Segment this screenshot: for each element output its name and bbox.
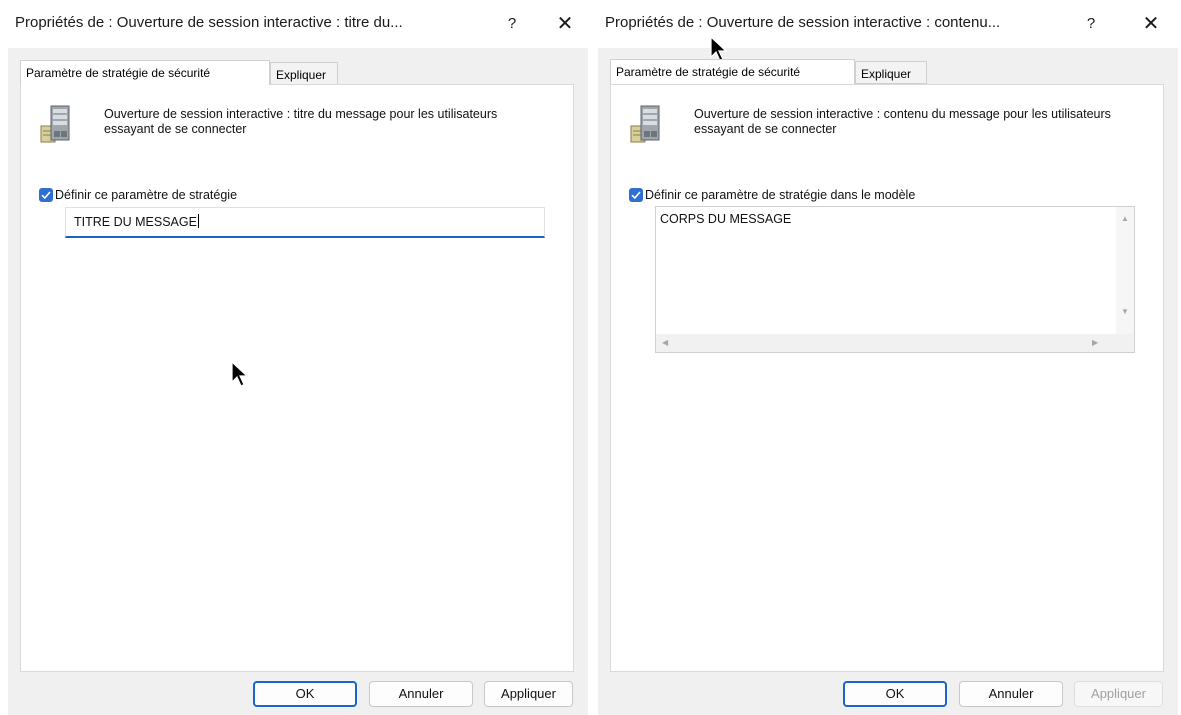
cancel-button[interactable]: Annuler — [369, 681, 473, 707]
vertical-scrollbar[interactable]: ▲ ▼ — [1116, 207, 1134, 334]
help-button[interactable]: ? — [497, 10, 527, 38]
server-icon — [629, 104, 665, 144]
scroll-down-icon[interactable]: ▼ — [1121, 308, 1129, 316]
message-title-input[interactable]: TITRE DU MESSAGE — [65, 207, 545, 238]
define-policy-checkbox[interactable] — [39, 188, 53, 202]
tab-panel: Ouverture de session interactive : conte… — [610, 84, 1164, 672]
horizontal-scrollbar[interactable]: ◀ ▶ — [656, 334, 1134, 352]
policy-description: Ouverture de session interactive : titre… — [104, 107, 498, 136]
ok-button[interactable]: OK — [253, 681, 357, 707]
close-button[interactable]: ✕ — [550, 10, 580, 38]
apply-button: Appliquer — [1074, 681, 1163, 707]
message-body-textarea[interactable]: CORPS DU MESSAGE ▲ ▼ ◀ ▶ — [655, 206, 1135, 353]
define-policy-label[interactable]: Définir ce paramètre de stratégie dans l… — [645, 188, 915, 202]
tab-explain[interactable]: Expliquer — [270, 62, 338, 85]
text-caret — [197, 214, 199, 228]
scroll-up-icon[interactable]: ▲ — [1121, 215, 1129, 223]
dialog-title: Propriétés de : Ouverture de session int… — [15, 14, 403, 31]
dialog-message-title: Propriétés de : Ouverture de session int… — [8, 0, 588, 715]
tab-security-setting[interactable]: Paramètre de stratégie de sécurité — [20, 60, 270, 85]
apply-button[interactable]: Appliquer — [484, 681, 573, 707]
server-icon — [39, 104, 75, 144]
policy-description: Ouverture de session interactive : conte… — [694, 107, 1111, 136]
dialog-title: Propriétés de : Ouverture de session int… — [605, 14, 1001, 31]
title-bar[interactable]: Propriétés de : Ouverture de session int… — [598, 0, 1178, 48]
help-button[interactable]: ? — [1076, 10, 1106, 38]
title-bar[interactable]: Propriétés de : Ouverture de session int… — [8, 0, 588, 48]
mouse-pointer-icon — [231, 361, 249, 387]
tab-security-setting[interactable]: Paramètre de stratégie de sécurité — [610, 59, 855, 84]
tab-explain[interactable]: Expliquer — [855, 61, 927, 84]
message-title-value: TITRE DU MESSAGE — [74, 215, 197, 229]
dialog-message-body: Propriétés de : Ouverture de session int… — [598, 0, 1178, 715]
ok-button[interactable]: OK — [843, 681, 947, 707]
tab-panel: Ouverture de session interactive : titre… — [20, 84, 574, 672]
cancel-button[interactable]: Annuler — [959, 681, 1063, 707]
message-body-value: CORPS DU MESSAGE — [660, 212, 792, 226]
define-policy-checkbox[interactable] — [629, 188, 643, 202]
close-button[interactable]: ✕ — [1136, 10, 1166, 38]
scroll-left-icon[interactable]: ◀ — [662, 339, 668, 347]
scroll-right-icon[interactable]: ▶ — [1092, 339, 1098, 347]
define-policy-label[interactable]: Définir ce paramètre de stratégie — [55, 188, 237, 202]
